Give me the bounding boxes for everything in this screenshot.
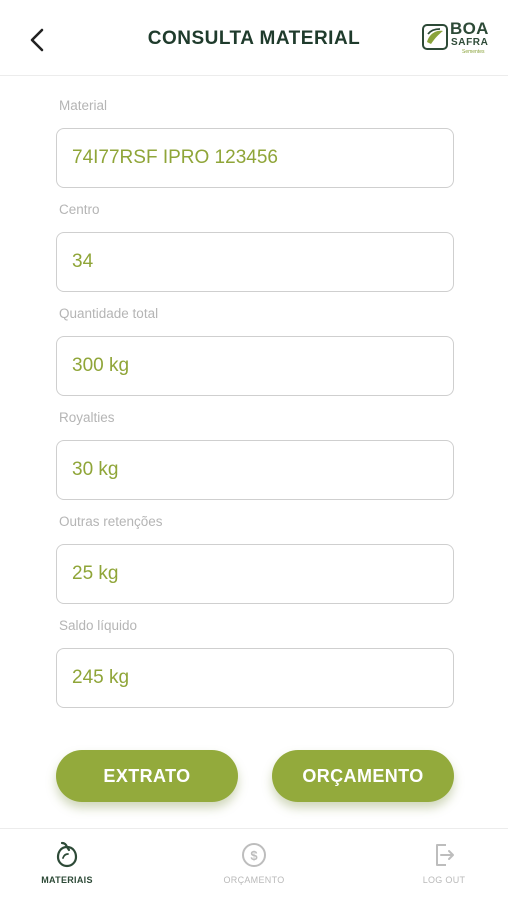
nav-label-logout: LOG OUT bbox=[422, 875, 466, 885]
brand-logo: BOA SAFRA Sementes bbox=[422, 20, 490, 58]
outras-retencoes-label: Outras retenções bbox=[59, 514, 163, 529]
app-header: CONSULTA MATERIAL BOA SAFRA Sementes bbox=[0, 0, 508, 76]
centro-field[interactable]: 34 bbox=[56, 232, 454, 292]
royalties-label: Royalties bbox=[59, 410, 115, 425]
material-form: Material 74I77RSF IPRO 123456 Centro 34 … bbox=[56, 96, 454, 720]
material-field[interactable]: 74I77RSF IPRO 123456 bbox=[56, 128, 454, 188]
logo-text-tag: Sementes bbox=[462, 49, 485, 55]
orcamento-button[interactable]: ORÇAMENTO bbox=[272, 750, 454, 802]
quantidade-total-label: Quantidade total bbox=[59, 306, 159, 321]
outras-retencoes-field[interactable]: 25 kg bbox=[56, 544, 454, 604]
centro-label: Centro bbox=[59, 202, 100, 217]
nav-item-orcamento[interactable]: $ ORÇAMENTO bbox=[204, 841, 304, 885]
nav-item-logout[interactable]: LOG OUT bbox=[394, 841, 494, 885]
svg-text:$: $ bbox=[250, 848, 258, 863]
material-label: Material bbox=[59, 98, 108, 113]
saldo-liquido-label: Saldo líquido bbox=[59, 618, 138, 633]
logo-text-safra: SAFRA bbox=[451, 37, 489, 48]
logo-mark-icon bbox=[422, 24, 448, 50]
dollar-coin-icon: $ bbox=[242, 843, 266, 867]
nav-item-materiais[interactable]: MATERIAIS bbox=[17, 841, 117, 885]
quantidade-total-field[interactable]: 300 kg bbox=[56, 336, 454, 396]
saldo-liquido-field[interactable]: 245 kg bbox=[56, 648, 454, 708]
nav-label-orcamento: ORÇAMENTO bbox=[223, 875, 285, 885]
royalties-field[interactable]: 30 kg bbox=[56, 440, 454, 500]
nav-label-materiais: MATERIAIS bbox=[41, 875, 93, 885]
logout-icon bbox=[436, 844, 454, 866]
logo-text-boa: BOA bbox=[450, 19, 489, 38]
bottom-nav: MATERIAIS $ ORÇAMENTO LOG OUT bbox=[0, 828, 508, 900]
extrato-button[interactable]: EXTRATO bbox=[56, 750, 238, 802]
seed-icon bbox=[56, 841, 78, 868]
